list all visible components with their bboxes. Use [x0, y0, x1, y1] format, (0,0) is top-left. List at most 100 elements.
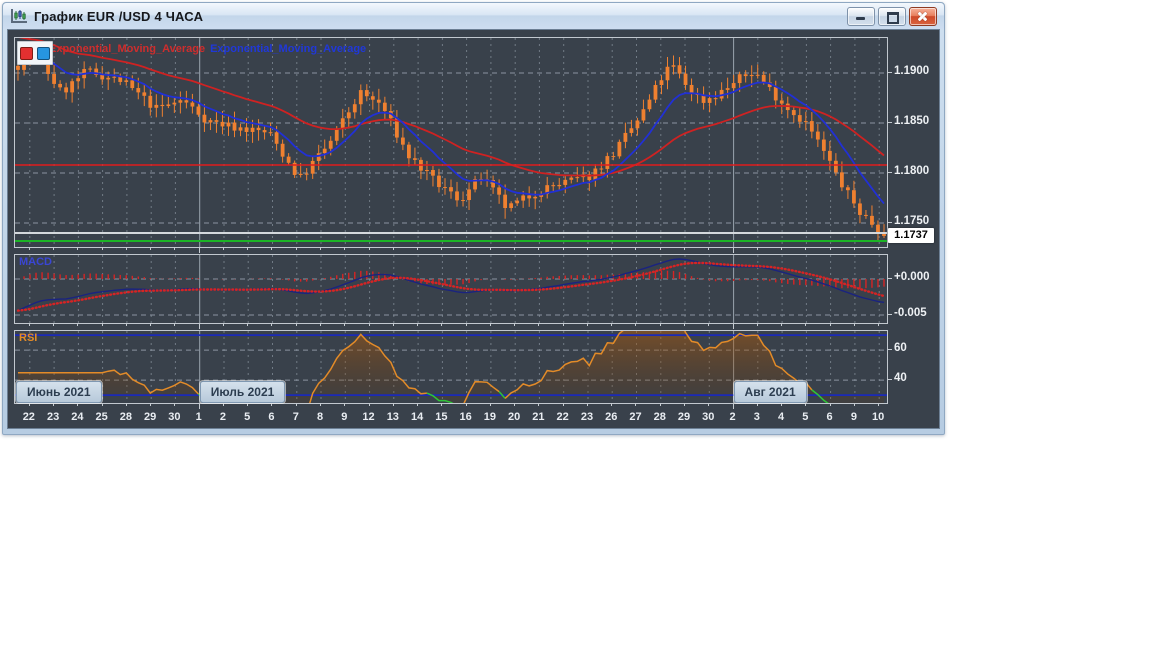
time-ruler-tick	[441, 247, 442, 250]
x-axis-label: 23	[576, 411, 598, 423]
time-ruler-tick	[296, 403, 297, 406]
time-ruler-tick	[344, 247, 345, 250]
time-ruler-tick	[223, 403, 224, 406]
time-ruler-tick	[514, 403, 515, 406]
time-ruler-tick	[417, 403, 418, 406]
x-axis-label: 3	[746, 411, 768, 423]
time-ruler-tick	[878, 247, 879, 250]
x-axis-label: 22	[18, 411, 40, 423]
time-ruler-tick	[441, 323, 442, 326]
time-ruler-tick	[223, 323, 224, 326]
time-ruler-tick	[150, 247, 151, 250]
titlebar[interactable]: График EUR /USD 4 ЧАСА	[3, 3, 944, 29]
time-ruler-tick	[417, 323, 418, 326]
time-ruler-tick	[514, 323, 515, 326]
time-ruler-tick	[150, 323, 151, 326]
candlestick-chart[interactable]	[15, 38, 887, 247]
x-axis-label: 5	[794, 411, 816, 423]
time-ruler-tick	[53, 247, 54, 250]
time-ruler-tick	[684, 247, 685, 250]
x-axis-label: 30	[163, 411, 185, 423]
time-ruler-tick	[344, 403, 345, 406]
time-ruler-tick	[684, 323, 685, 326]
x-axis-label: 24	[66, 411, 88, 423]
ema-blue-button[interactable]	[37, 47, 50, 60]
time-ruler-tick	[708, 247, 709, 250]
x-axis-label: 21	[527, 411, 549, 423]
x-axis-label: 6	[260, 411, 282, 423]
y-axis-tick-label: -0.005	[894, 307, 927, 319]
time-ruler-tick	[490, 403, 491, 406]
x-axis-label: 12	[358, 411, 380, 423]
x-axis-label: 28	[649, 411, 671, 423]
x-axis-label: 5	[236, 411, 258, 423]
time-ruler-tick	[126, 403, 127, 406]
time-ruler-tick	[441, 403, 442, 406]
macd-chart[interactable]	[15, 255, 887, 323]
time-ruler-tick	[781, 323, 782, 326]
time-ruler-tick	[102, 323, 103, 326]
month-badge-june: Июнь 2021	[16, 381, 102, 403]
macd-label: MACD	[19, 256, 52, 268]
ema-red-button[interactable]	[20, 47, 33, 60]
minimize-button[interactable]	[847, 7, 875, 26]
y-axis-tick	[887, 122, 892, 123]
time-ruler-tick	[369, 323, 370, 326]
y-axis-tick	[887, 349, 892, 350]
time-ruler-tick	[538, 323, 539, 326]
time-ruler-tick	[563, 323, 564, 326]
time-ruler-tick	[660, 323, 661, 326]
time-ruler-tick	[563, 403, 564, 406]
x-axis-label: 2	[212, 411, 234, 423]
x-axis-label: 19	[479, 411, 501, 423]
time-ruler-tick	[77, 247, 78, 250]
time-ruler-tick	[708, 323, 709, 326]
time-ruler-tick	[53, 323, 54, 326]
last-price-tag: 1.1737	[888, 228, 934, 243]
y-axis-tick	[887, 72, 892, 73]
time-ruler-tick	[538, 403, 539, 406]
x-axis-label: 9	[843, 411, 865, 423]
x-axis-label: 23	[42, 411, 64, 423]
time-ruler-tick	[854, 323, 855, 326]
x-axis-label: 30	[697, 411, 719, 423]
time-ruler-tick	[854, 403, 855, 406]
x-axis-label: 29	[139, 411, 161, 423]
x-axis-label: 1	[188, 411, 210, 423]
time-ruler-tick	[247, 247, 248, 250]
minimize-icon	[856, 17, 865, 20]
time-ruler-tick	[854, 247, 855, 250]
x-axis-label: 25	[91, 411, 113, 423]
y-axis-tick-label: 40	[894, 372, 907, 384]
time-ruler-tick	[757, 323, 758, 326]
price-panel[interactable]: Exponential_Moving_AverageExponential_Mo…	[14, 37, 888, 248]
time-ruler-tick	[466, 403, 467, 406]
time-ruler-tick	[369, 403, 370, 406]
y-axis-tick	[887, 314, 892, 315]
x-axis-label: 14	[406, 411, 428, 423]
close-button[interactable]	[909, 7, 937, 26]
time-ruler-tick	[102, 403, 103, 406]
time-ruler-tick	[174, 323, 175, 326]
x-axis-label: 20	[503, 411, 525, 423]
y-axis-tick-label: 60	[894, 342, 907, 354]
time-ruler-tick	[733, 403, 734, 409]
x-axis-label: 16	[455, 411, 477, 423]
time-ruler-tick	[271, 403, 272, 406]
time-ruler-tick	[733, 247, 734, 253]
y-axis-tick	[887, 379, 892, 380]
time-ruler-tick	[781, 403, 782, 406]
time-ruler-tick	[296, 323, 297, 326]
time-ruler-tick	[514, 247, 515, 250]
time-ruler-tick	[29, 247, 30, 250]
x-axis-label: 9	[333, 411, 355, 423]
time-ruler-tick	[102, 247, 103, 250]
restore-button[interactable]	[878, 7, 906, 26]
time-ruler-tick	[635, 323, 636, 326]
time-ruler-tick	[490, 323, 491, 326]
time-ruler-tick	[878, 403, 879, 406]
time-ruler-tick	[733, 323, 734, 329]
time-ruler-tick	[830, 403, 831, 406]
macd-panel[interactable]: MACD	[14, 254, 888, 324]
restore-icon	[887, 12, 899, 24]
